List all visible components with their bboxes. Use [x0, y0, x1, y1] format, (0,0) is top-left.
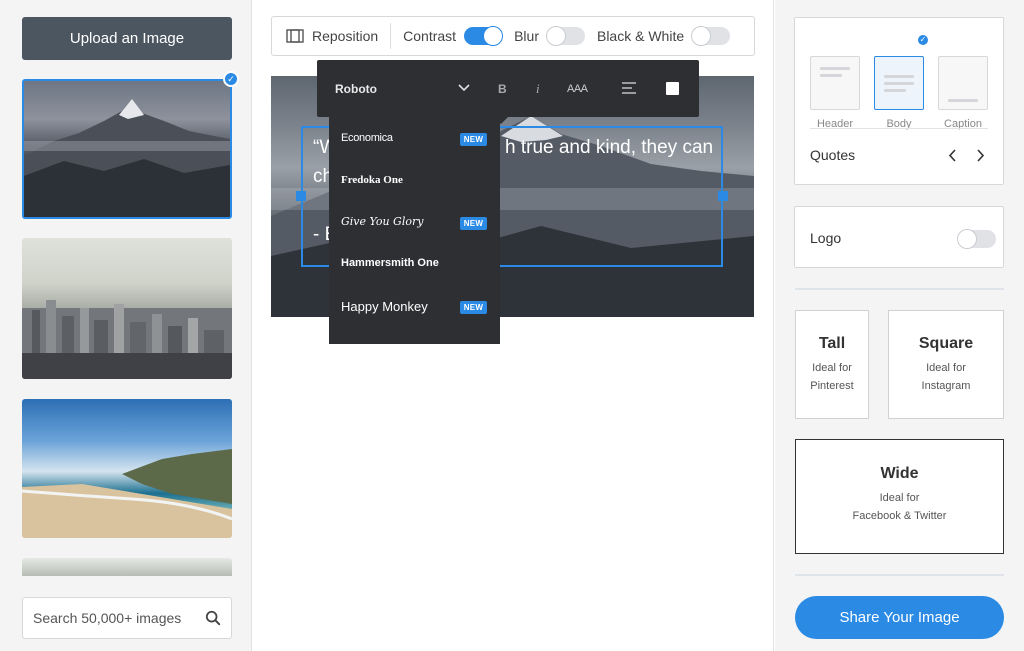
- font-option-economica[interactable]: Economica: [341, 132, 393, 144]
- contrast-toggle-knob: [483, 26, 504, 46]
- resize-handle-left[interactable]: [296, 191, 306, 201]
- chevron-down-icon[interactable]: [458, 84, 470, 92]
- style-preview-bar: [884, 82, 914, 85]
- size-tall-sub1: Ideal for: [812, 362, 852, 374]
- size-square-sub1: Ideal for: [926, 362, 966, 374]
- text-size-button[interactable]: AAA: [567, 83, 588, 95]
- resize-handle-right[interactable]: [718, 191, 728, 201]
- contrast-toggle[interactable]: [464, 26, 504, 46]
- size-tall-sub2: Pinterest: [810, 380, 854, 392]
- logo-toggle[interactable]: [957, 229, 996, 249]
- settings-panel: Header ✓ Body Caption Quotes Logo Tall I…: [775, 0, 1024, 651]
- text-style-header[interactable]: [810, 56, 860, 110]
- size-wide-title: Wide: [880, 465, 919, 482]
- new-badge: NEW: [460, 133, 487, 146]
- image-thumbnail-partial[interactable]: [22, 558, 232, 576]
- card-divider: [810, 128, 988, 129]
- contrast-label: Contrast: [403, 28, 457, 44]
- reposition-button[interactable]: Reposition: [286, 17, 378, 55]
- image-thumbnail-beach[interactable]: [22, 399, 232, 538]
- new-badge: NEW: [460, 217, 487, 230]
- image-search-input[interactable]: [33, 610, 193, 626]
- text-format-toolbar: Roboto B i AAA: [317, 60, 699, 124]
- reposition-label: Reposition: [312, 28, 379, 44]
- reposition-icon: [286, 29, 304, 43]
- italic-button[interactable]: i: [536, 81, 540, 97]
- style-preview-bar: [948, 99, 978, 102]
- size-square-title: Square: [918, 335, 974, 352]
- style-preview-bar: [820, 67, 850, 70]
- share-image-button[interactable]: Share Your Image: [795, 596, 1004, 639]
- section-divider: [795, 288, 1004, 290]
- toolbar-divider: [390, 23, 392, 49]
- style-preview-bar: [884, 75, 914, 78]
- section-divider: [795, 574, 1004, 576]
- font-dropdown-list: Economica NEW Fredoka One Give You Glory…: [329, 117, 500, 344]
- size-option-square[interactable]: Square Ideal for Instagram: [888, 310, 1004, 419]
- bold-button[interactable]: B: [498, 82, 507, 96]
- text-style-body[interactable]: [874, 56, 924, 110]
- font-option-hammersmith-one[interactable]: Hammersmith One: [341, 257, 439, 269]
- style-preview-bar: [884, 89, 906, 92]
- blur-toggle[interactable]: [545, 26, 585, 46]
- font-family-select[interactable]: Roboto: [335, 82, 377, 96]
- logo-card: Logo: [794, 206, 1004, 268]
- text-style-card: Header ✓ Body Caption Quotes: [794, 17, 1004, 185]
- size-option-tall[interactable]: Tall Ideal for Pinterest: [795, 310, 869, 419]
- mountain-photo: [24, 99, 230, 217]
- city-photo: [22, 300, 232, 379]
- black-white-label: Black & White: [596, 28, 685, 44]
- black-white-control: Black & White: [596, 17, 731, 55]
- editor-area: Reposition Contrast Blur Black & White “…: [253, 0, 774, 651]
- beach-photo: [22, 449, 232, 538]
- blur-control: Blur: [514, 17, 585, 55]
- chevron-right-icon[interactable]: [976, 149, 985, 162]
- text-style-caption[interactable]: [938, 56, 988, 110]
- image-sidebar: Upload an Image ✓: [0, 0, 252, 651]
- image-toolbar: Reposition Contrast Blur Black & White: [271, 16, 755, 56]
- blur-label: Blur: [514, 28, 539, 44]
- new-badge: NEW: [460, 301, 487, 314]
- quote-line-1: h true and kind, they can: [505, 137, 714, 158]
- size-option-wide[interactable]: Wide Ideal for Facebook & Twitter: [795, 439, 1004, 554]
- selected-check-icon: ✓: [223, 71, 239, 87]
- text-color-swatch[interactable]: [666, 82, 679, 95]
- quotes-label: Quotes: [810, 147, 856, 163]
- image-thumbnail-city[interactable]: [22, 238, 232, 379]
- search-icon[interactable]: [205, 609, 221, 627]
- font-option-give-you-glory[interactable]: Give You Glory: [341, 215, 423, 228]
- align-left-icon[interactable]: [621, 82, 637, 94]
- font-option-happy-monkey[interactable]: Happy Monkey: [341, 299, 428, 314]
- upload-image-button[interactable]: Upload an Image: [22, 17, 232, 60]
- black-white-toggle-knob: [691, 26, 712, 46]
- selected-check-icon: ✓: [916, 33, 930, 47]
- image-thumbnail-mountains[interactable]: [22, 79, 232, 219]
- image-search-box: [22, 597, 232, 639]
- size-tall-title: Tall: [818, 335, 846, 352]
- logo-label: Logo: [810, 230, 842, 246]
- logo-toggle-knob: [957, 229, 977, 249]
- style-preview-bar: [820, 74, 842, 77]
- size-wide-sub1: Ideal for: [879, 492, 920, 504]
- size-wide-sub2: Facebook & Twitter: [852, 510, 947, 522]
- chevron-left-icon[interactable]: [948, 149, 957, 162]
- black-white-toggle[interactable]: [691, 26, 731, 46]
- font-option-fredoka-one[interactable]: Fredoka One: [341, 174, 403, 186]
- size-square-sub2: Instagram: [921, 380, 971, 392]
- contrast-control: Contrast: [403, 17, 504, 55]
- blur-toggle-knob: [545, 26, 566, 46]
